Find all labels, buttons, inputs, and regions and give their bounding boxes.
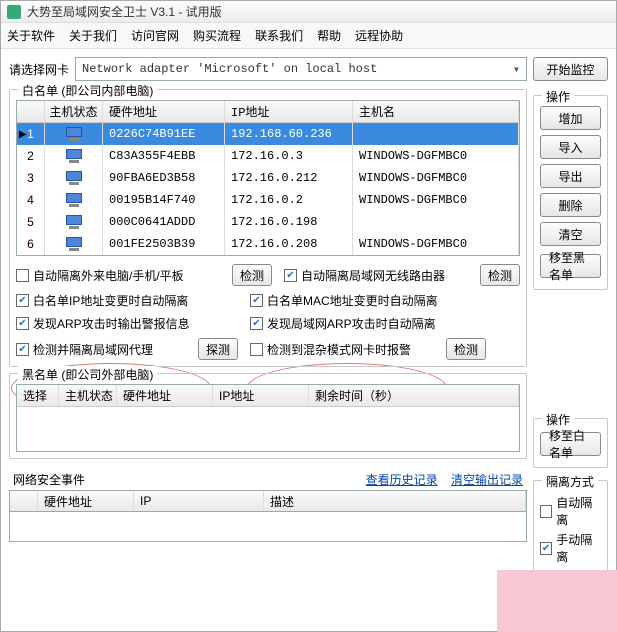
- btn-detect-router[interactable]: 检测: [480, 264, 520, 286]
- menu-about-sw[interactable]: 关于软件: [7, 27, 55, 44]
- table-row[interactable]: 5000C0641ADDD172.16.0.198: [17, 211, 519, 233]
- pc-icon: [66, 193, 82, 207]
- app-icon: [7, 5, 21, 19]
- lbl-auto-foreign: 自动隔离外来电脑/手机/平板: [33, 267, 184, 284]
- btn-detect-promisc[interactable]: 检测: [446, 338, 486, 360]
- window-titlebar: 大势至局域网安全卫士 V3.1 - 试用版: [1, 1, 616, 23]
- col-status[interactable]: 主机状态: [45, 101, 103, 122]
- table-row[interactable]: 2C83A355F4EBB172.16.0.3WINDOWS-DGFMBC0: [17, 145, 519, 167]
- bl-col-sel[interactable]: 选择: [17, 385, 59, 406]
- lbl-ip-change: 白名单IP地址变更时自动隔离: [33, 292, 188, 309]
- table-row[interactable]: ▶10226C74B91EE192.168.60.236: [17, 123, 519, 145]
- chk-auto-foreign[interactable]: [16, 269, 29, 282]
- side-ops1-title: 操作: [542, 88, 574, 105]
- ev-col-ip[interactable]: IP: [134, 491, 264, 511]
- chk-mode[interactable]: [540, 505, 552, 518]
- bl-col-status[interactable]: 主机状态: [59, 385, 117, 406]
- side-mode-title: 隔离方式: [542, 473, 598, 490]
- chk-arp-auto[interactable]: [250, 317, 263, 330]
- menu-website[interactable]: 访问官网: [131, 27, 179, 44]
- window-title: 大势至局域网安全卫士 V3.1 - 试用版: [27, 3, 222, 20]
- ev-col-hw[interactable]: 硬件地址: [38, 491, 134, 511]
- chk-auto-router[interactable]: [284, 269, 297, 282]
- adapter-label: 请选择网卡: [9, 61, 69, 78]
- lbl-proxy: 检测并隔离局域网代理: [33, 341, 153, 358]
- table-row[interactable]: 390FBA6ED3B58172.16.0.212WINDOWS-DGFMBC0: [17, 167, 519, 189]
- side-ops1: 操作 增加 导入 导出 删除 清空 移至黑名单: [533, 95, 608, 290]
- whitelist-title: 白名单 (即公司内部电脑): [18, 82, 157, 99]
- col-ip[interactable]: IP地址: [225, 101, 353, 122]
- btn-detect-foreign[interactable]: 检测: [232, 264, 272, 286]
- menu-contact[interactable]: 联系我们: [255, 27, 303, 44]
- events-title: 网络安全事件: [13, 471, 85, 488]
- start-monitor-button[interactable]: 开始监控: [533, 57, 608, 81]
- link-history[interactable]: 查看历史记录: [366, 473, 438, 487]
- adapter-value: Network adapter 'Microsoft' on local hos…: [82, 62, 377, 76]
- table-row[interactable]: 6001FE2503B39172.16.0.208WINDOWS-DGFMBC0: [17, 233, 519, 255]
- pc-icon: [66, 237, 82, 251]
- whitelist-grid[interactable]: 主机状态 硬件地址 IP地址 主机名 ▶10226C74B91EE192.168…: [16, 100, 520, 256]
- chk-proxy[interactable]: [16, 343, 29, 356]
- lbl-arp-warn: 发现ARP攻击时输出警报信息: [33, 315, 190, 332]
- blacklist-group: 黑名单 (即公司外部电脑) 选择 主机状态 硬件地址 IP地址 剩余时间（秒）: [9, 373, 527, 459]
- btn-delete[interactable]: 删除: [540, 193, 601, 217]
- whitelist-header: 主机状态 硬件地址 IP地址 主机名: [17, 101, 519, 123]
- side-ops2-title: 操作: [542, 411, 574, 428]
- menu-buy[interactable]: 购买流程: [193, 27, 241, 44]
- btn-add[interactable]: 增加: [540, 106, 601, 130]
- lbl-promisc: 检测到混杂模式网卡时报警: [267, 341, 411, 358]
- overlay-watermark: [497, 570, 617, 632]
- menu-about-us[interactable]: 关于我们: [69, 27, 117, 44]
- col-host[interactable]: 主机名: [353, 101, 519, 122]
- pc-icon: [66, 149, 82, 163]
- link-clear[interactable]: 清空输出记录: [451, 473, 523, 487]
- pc-icon: [66, 127, 82, 141]
- chk-arp-warn[interactable]: [16, 317, 29, 330]
- col-hw[interactable]: 硬件地址: [103, 101, 225, 122]
- menu-remote[interactable]: 远程协助: [355, 27, 403, 44]
- blacklist-grid[interactable]: 选择 主机状态 硬件地址 IP地址 剩余时间（秒）: [16, 384, 520, 452]
- bl-col-time[interactable]: 剩余时间（秒）: [309, 385, 519, 406]
- menubar: 关于软件 关于我们 访问官网 购买流程 联系我们 帮助 远程协助: [1, 23, 616, 49]
- bl-col-ip[interactable]: IP地址: [213, 385, 309, 406]
- blacklist-title: 黑名单 (即公司外部电脑): [18, 366, 157, 383]
- chk-mode[interactable]: [540, 542, 552, 555]
- pc-icon: [66, 215, 82, 229]
- events-section: 网络安全事件 查看历史记录 清空输出记录 硬件地址 IP 描述: [9, 469, 527, 542]
- lbl-mac-change: 白名单MAC地址变更时自动隔离: [267, 292, 438, 309]
- btn-clear[interactable]: 清空: [540, 222, 601, 246]
- pc-icon: [66, 171, 82, 185]
- menu-help[interactable]: 帮助: [317, 27, 341, 44]
- btn-import[interactable]: 导入: [540, 135, 601, 159]
- lbl-auto-router: 自动隔离局域网无线路由器: [301, 267, 445, 284]
- chk-mac-change[interactable]: [250, 294, 263, 307]
- events-grid-header: 硬件地址 IP 描述: [9, 490, 527, 512]
- adapter-select[interactable]: Network adapter 'Microsoft' on local hos…: [75, 57, 527, 81]
- chk-ip-change[interactable]: [16, 294, 29, 307]
- table-row[interactable]: 400195B14F740172.16.0.2WINDOWS-DGFMBC0: [17, 189, 519, 211]
- btn-probe-proxy[interactable]: 探测: [198, 338, 238, 360]
- side-ops2: 操作 移至白名单: [533, 418, 608, 468]
- chk-promisc[interactable]: [250, 343, 263, 356]
- whitelist-group: 白名单 (即公司内部电脑) 主机状态 硬件地址 IP地址 主机名 ▶10226C…: [9, 89, 527, 367]
- btn-export[interactable]: 导出: [540, 164, 601, 188]
- lbl-arp-auto: 发现局域网ARP攻击时自动隔离: [267, 315, 436, 332]
- bl-col-hw[interactable]: 硬件地址: [117, 385, 213, 406]
- btn-to-whitelist[interactable]: 移至白名单: [540, 432, 601, 456]
- ev-col-desc[interactable]: 描述: [264, 491, 526, 511]
- btn-to-blacklist[interactable]: 移至黑名单: [540, 254, 601, 278]
